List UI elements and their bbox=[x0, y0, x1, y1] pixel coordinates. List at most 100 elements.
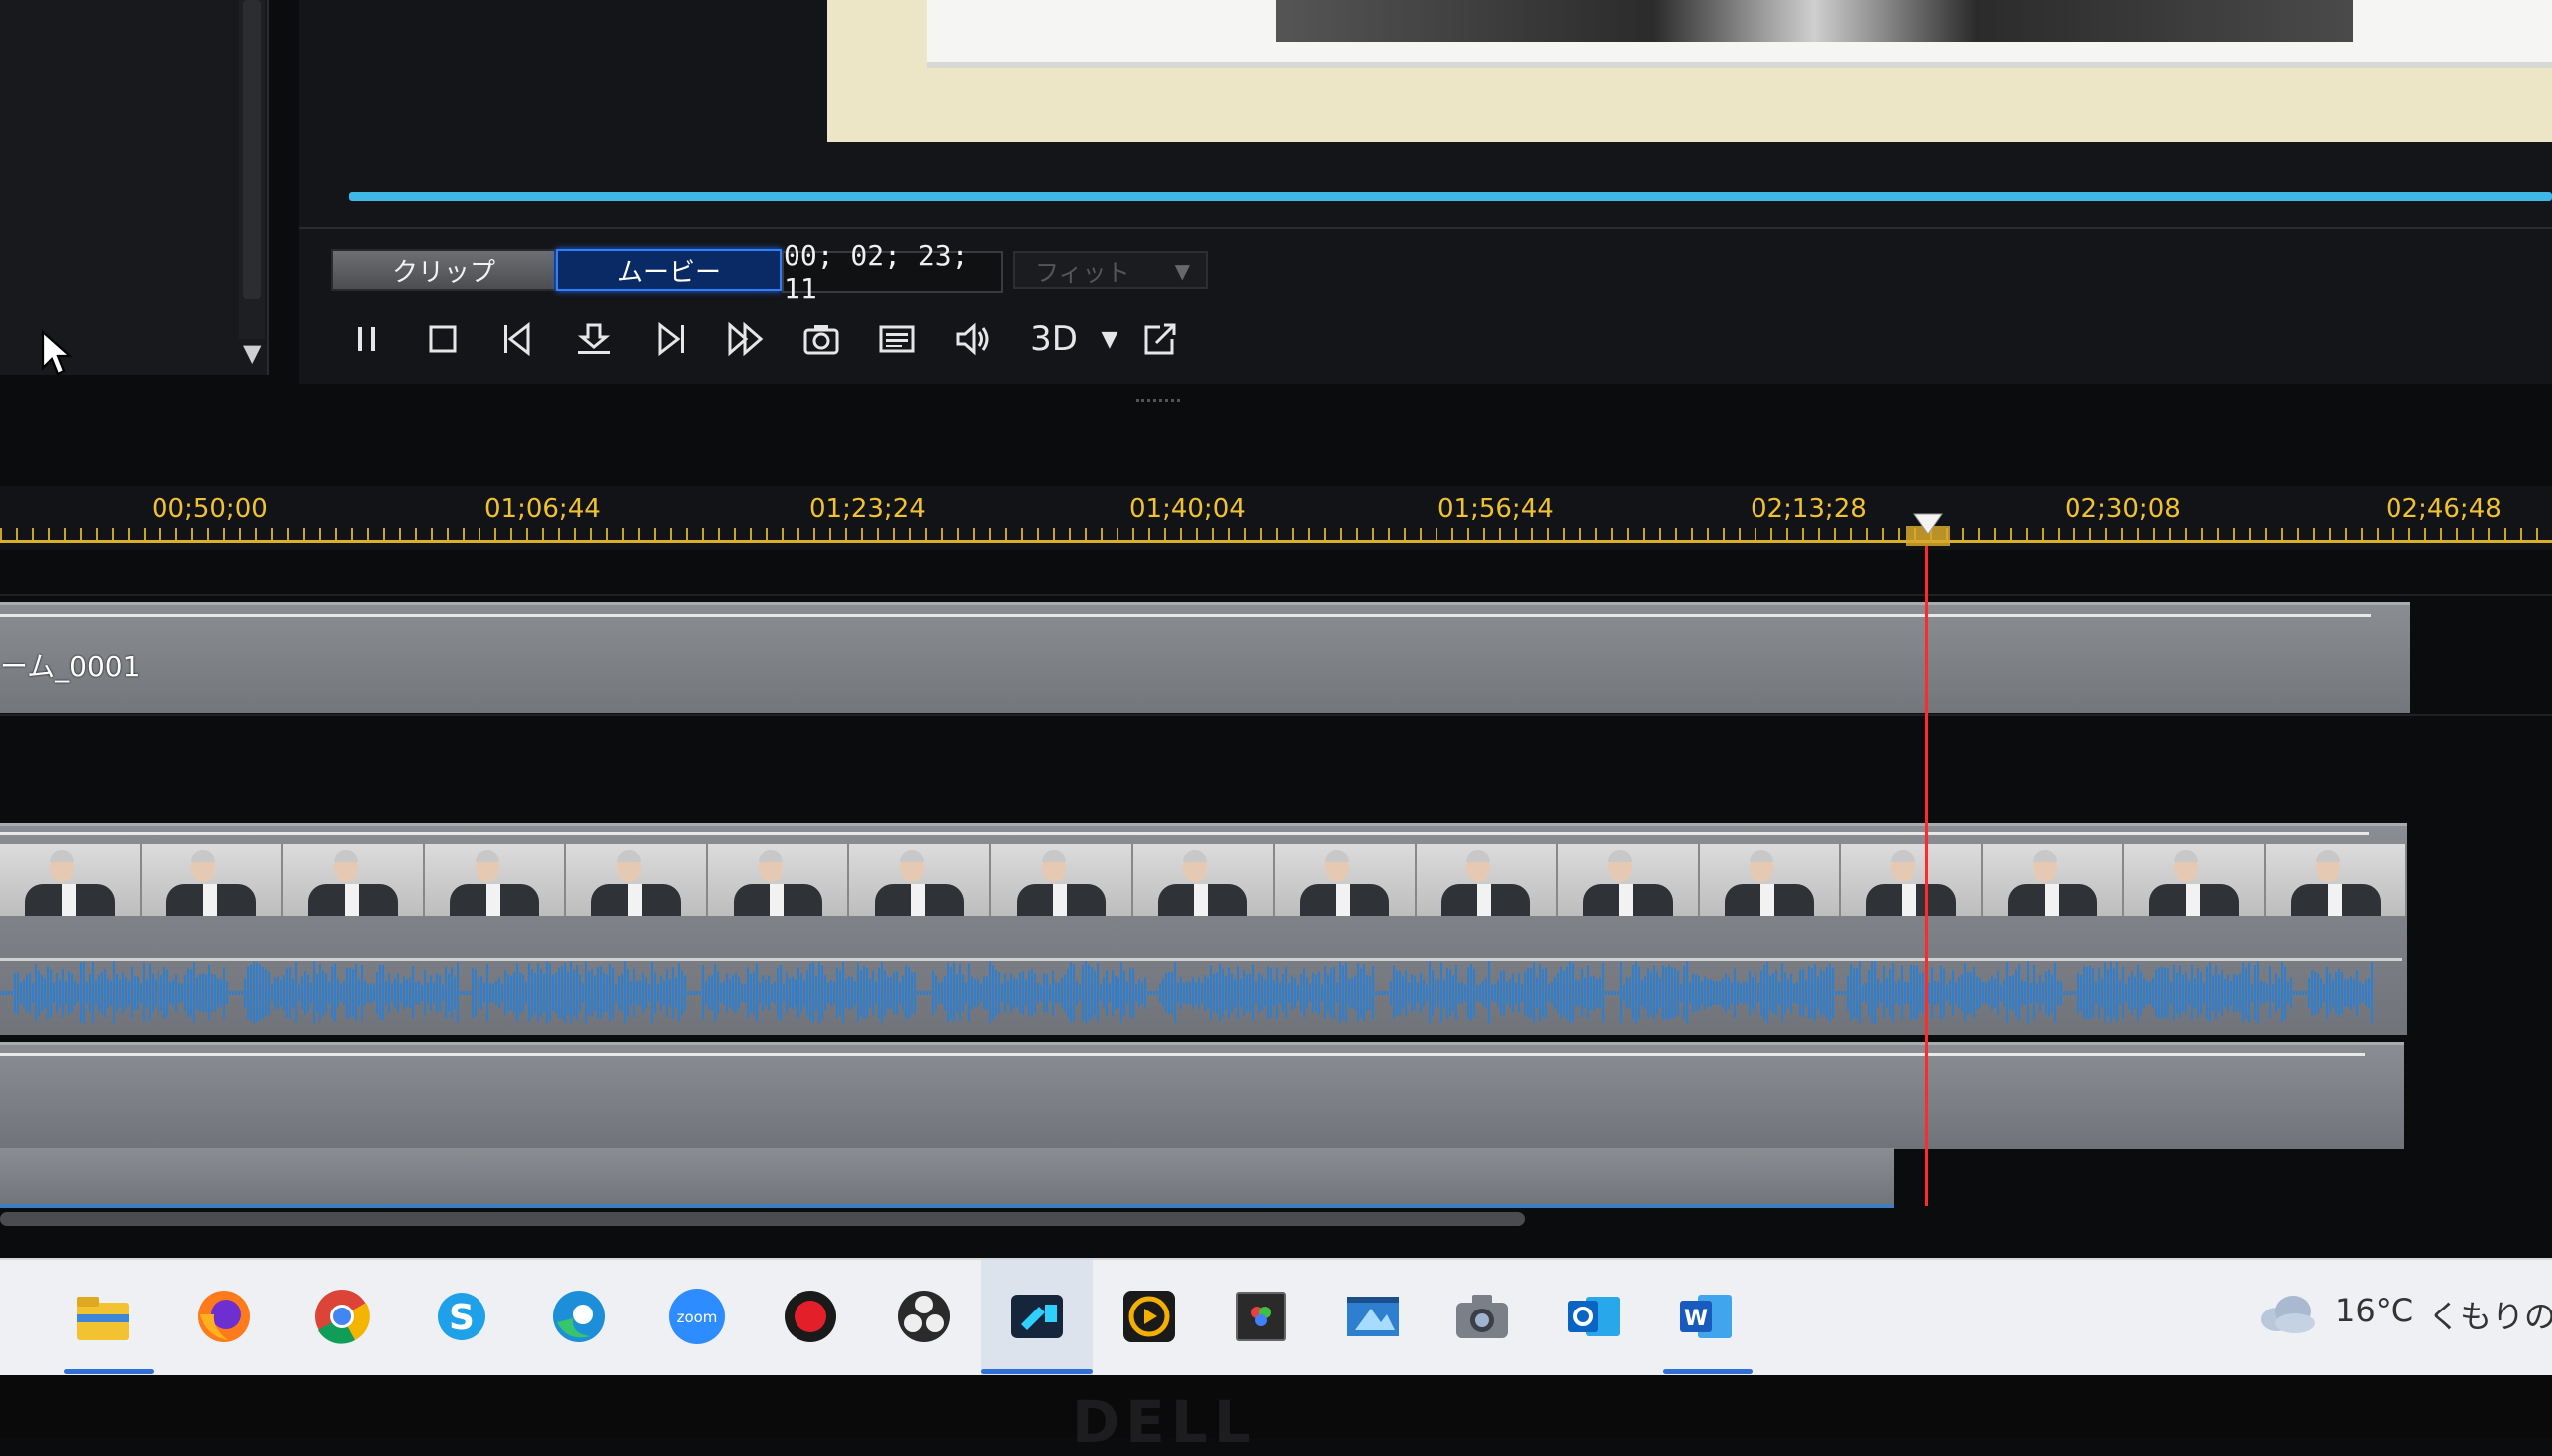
stop-button[interactable] bbox=[405, 311, 480, 367]
cloud-weather-icon bbox=[2261, 1296, 2315, 1333]
library-scroll-thumb[interactable] bbox=[243, 0, 261, 299]
preview-photo-subject bbox=[1276, 0, 2353, 42]
audio-waveform bbox=[0, 961, 2373, 1024]
chevron-down-icon[interactable]: ▼ bbox=[1097, 311, 1122, 367]
video-thumbnail bbox=[566, 844, 709, 916]
windows-taskbar: S zoom W 16°C くもりのち bbox=[0, 1258, 2552, 1377]
speaker-icon bbox=[956, 322, 989, 356]
video-thumbnail bbox=[0, 844, 143, 916]
audio-track-clip[interactable] bbox=[0, 1042, 2404, 1149]
movie-app-icon[interactable] bbox=[1338, 1282, 1408, 1351]
running-indicator bbox=[981, 1369, 1093, 1374]
track-separator bbox=[0, 714, 2552, 716]
record-icon[interactable] bbox=[776, 1282, 845, 1351]
monitor-brand-logo: DELL bbox=[1072, 1388, 1257, 1456]
video-thumbnail bbox=[1982, 844, 2124, 916]
stop-icon bbox=[429, 325, 457, 353]
preview-progress-bar[interactable] bbox=[349, 192, 2552, 201]
ruler-tick-label: 02;46;48 bbox=[2386, 494, 2502, 524]
title-track-clip[interactable]: ーム_0001 bbox=[0, 602, 2410, 713]
music-track-clip[interactable] bbox=[0, 1148, 1894, 1208]
next-frame-button[interactable] bbox=[632, 311, 708, 367]
ruler-tick-label: 01;56;44 bbox=[1437, 494, 1554, 524]
video-thumbnail bbox=[1840, 844, 1983, 916]
edge-icon[interactable] bbox=[544, 1282, 614, 1351]
video-thumbnail bbox=[142, 844, 284, 916]
photo-app-icon[interactable] bbox=[1226, 1282, 1296, 1351]
zoom-icon[interactable]: zoom bbox=[662, 1282, 732, 1351]
video-thumbnail bbox=[708, 844, 850, 916]
playhead-line[interactable] bbox=[1925, 546, 1928, 1206]
svg-text:S: S bbox=[449, 1298, 475, 1338]
movie-mode-button[interactable]: ムービー bbox=[556, 249, 782, 291]
split-marker-icon bbox=[577, 323, 611, 354]
playhead-marker-icon[interactable] bbox=[1906, 512, 1950, 548]
camera-icon[interactable] bbox=[1447, 1282, 1517, 1351]
clip-mode-button[interactable]: クリップ bbox=[331, 249, 556, 291]
video-thumbnail bbox=[1557, 844, 1700, 916]
subtitle-list-icon bbox=[879, 325, 915, 353]
library-scrollbar[interactable] bbox=[239, 0, 265, 339]
pause-icon bbox=[358, 327, 375, 351]
obs-icon[interactable] bbox=[889, 1282, 959, 1351]
clip-level-line[interactable] bbox=[0, 1053, 2365, 1056]
skype-icon[interactable]: S bbox=[427, 1282, 496, 1351]
transport-controls: 3D ▼ bbox=[329, 311, 1198, 367]
previous-frame-button[interactable] bbox=[480, 311, 556, 367]
video-thumbnail bbox=[1132, 844, 1275, 916]
3d-mode-button[interactable]: 3D bbox=[1011, 311, 1097, 367]
word-icon[interactable]: W bbox=[1671, 1282, 1741, 1351]
ruler-baseline bbox=[0, 540, 2552, 543]
ruler-tick-label: 00;50;00 bbox=[152, 494, 268, 524]
running-indicator bbox=[64, 1369, 154, 1374]
external-preview-button[interactable] bbox=[1122, 311, 1198, 367]
scroll-down-arrow-icon[interactable]: ▼ bbox=[243, 339, 261, 367]
zoom-fit-select[interactable]: フィット ▼ bbox=[1013, 251, 1208, 289]
ruler-tick-label: 01;06;44 bbox=[484, 494, 601, 524]
next-frame-icon bbox=[658, 321, 684, 357]
weather-temperature[interactable]: 16°C bbox=[2335, 1292, 2413, 1329]
snapshot-button[interactable] bbox=[784, 311, 859, 367]
clip-level-line[interactable] bbox=[0, 614, 2371, 617]
title-clip-label: ーム_0001 bbox=[0, 650, 141, 683]
mouse-cursor-icon bbox=[41, 329, 73, 376]
waveform-path bbox=[0, 961, 2373, 1024]
video-thumbnail-strip bbox=[0, 844, 2408, 916]
video-editor-icon[interactable] bbox=[1002, 1282, 1072, 1351]
clip-level-line[interactable] bbox=[0, 832, 2369, 835]
chrome-icon[interactable] bbox=[307, 1282, 377, 1351]
video-thumbnail bbox=[2266, 844, 2408, 916]
fast-forward-icon bbox=[728, 321, 764, 357]
timecode-display[interactable]: 00; 02; 23; 11 bbox=[782, 239, 1003, 305]
track-separator bbox=[0, 594, 2552, 596]
volume-button[interactable] bbox=[935, 311, 1011, 367]
camera-icon bbox=[803, 325, 839, 355]
video-thumbnail bbox=[849, 844, 992, 916]
media-player-icon[interactable] bbox=[1115, 1282, 1184, 1351]
preview-divider bbox=[299, 227, 2552, 229]
video-track-clip[interactable] bbox=[0, 823, 2408, 1035]
timeline-scrollbar[interactable] bbox=[0, 1212, 1525, 1226]
video-thumbnail bbox=[1416, 844, 1558, 916]
outlook-icon[interactable] bbox=[1559, 1282, 1629, 1351]
monitor-bezel bbox=[0, 1375, 2552, 1438]
ruler-tick-label: 02;30;08 bbox=[2065, 494, 2181, 524]
fast-forward-button[interactable] bbox=[708, 311, 784, 367]
file-explorer-icon[interactable] bbox=[68, 1282, 138, 1351]
external-link-icon bbox=[1144, 323, 1176, 355]
ruler-tick-label: 02;13;28 bbox=[1751, 494, 1867, 524]
weather-description[interactable]: くもりのち bbox=[2428, 1292, 2552, 1337]
previous-frame-icon bbox=[504, 321, 530, 357]
firefox-icon[interactable] bbox=[189, 1282, 259, 1351]
video-thumbnail bbox=[425, 844, 567, 916]
pause-button[interactable] bbox=[329, 311, 405, 367]
chevron-down-icon: ▼ bbox=[1174, 259, 1190, 283]
ruler-tick-label: 01;23;24 bbox=[809, 494, 926, 524]
video-thumbnail bbox=[1274, 844, 1417, 916]
fit-select-label: フィット bbox=[1035, 258, 1130, 287]
panel-resize-grip[interactable] bbox=[1136, 399, 1180, 406]
split-clip-button[interactable] bbox=[556, 311, 632, 367]
timeline-ruler[interactable]: 00;50;00 01;06;44 01;23;24 01;40;04 01;5… bbox=[0, 486, 2552, 550]
subtitle-button[interactable] bbox=[859, 311, 935, 367]
video-thumbnail bbox=[1699, 844, 1841, 916]
